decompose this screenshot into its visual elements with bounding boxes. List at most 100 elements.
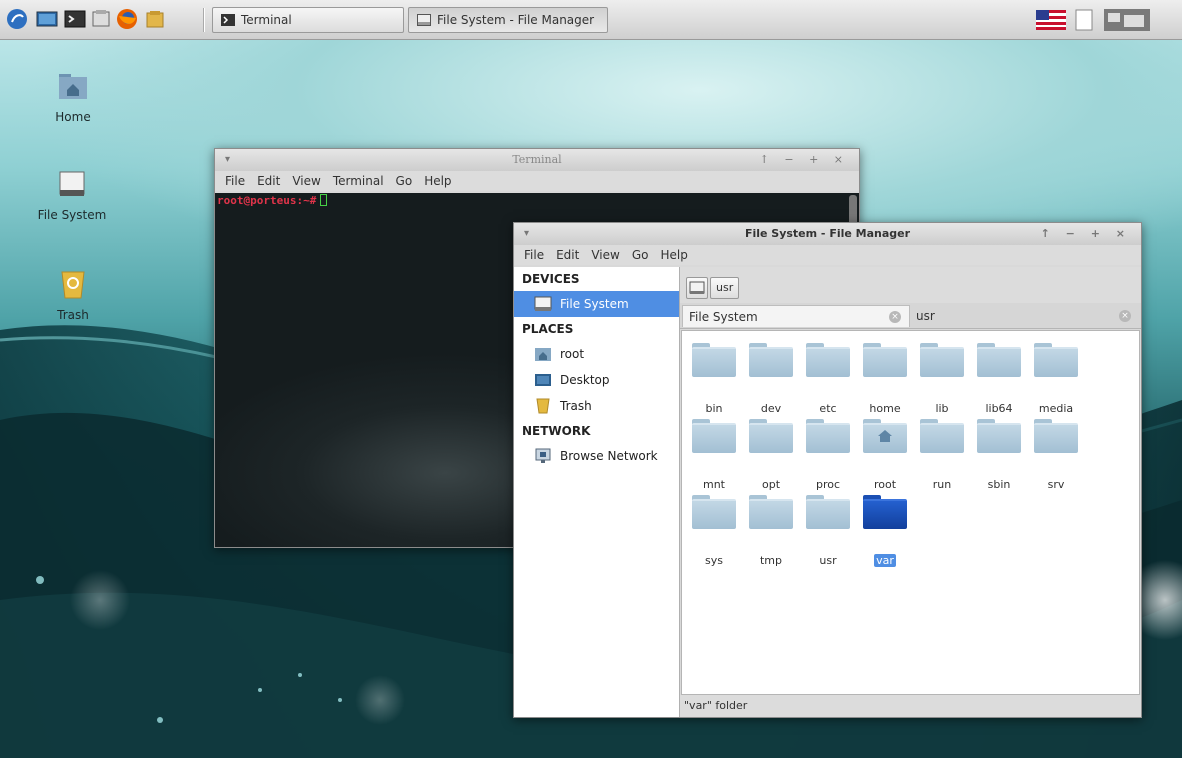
menu-edit[interactable]: Edit <box>550 248 585 262</box>
menu-help[interactable]: Help <box>654 248 693 262</box>
file-manager-titlebar[interactable]: ▾ File System - File Manager ↑ − + × <box>514 223 1141 245</box>
folder-tmp[interactable]: tmp <box>743 495 799 567</box>
file-manager-window: ▾ File System - File Manager ↑ − + × Fil… <box>513 222 1142 718</box>
folder-label: srv <box>1047 478 1065 491</box>
desktop-icon-trash[interactable]: Trash <box>28 268 118 322</box>
firefox-icon[interactable] <box>116 8 138 30</box>
network-icon <box>535 448 551 463</box>
terminal-cursor <box>320 194 328 206</box>
sidebar-item-browse-network[interactable]: Browse Network <box>514 443 679 469</box>
clipboard-icon[interactable] <box>1074 8 1094 32</box>
folder-etc[interactable]: etc <box>800 343 856 415</box>
sidebar-header-network: NETWORK <box>522 424 591 438</box>
folder-label: bin <box>705 402 723 415</box>
task-file-manager-label: File System - File Manager <box>437 13 595 27</box>
workspace-switcher-icon[interactable] <box>1104 9 1150 31</box>
home-folder-icon <box>535 348 551 361</box>
menu-help[interactable]: Help <box>418 174 457 188</box>
window-menu-icon[interactable]: ▾ <box>225 149 230 171</box>
folder-icon <box>749 343 793 377</box>
desktop-icon-trash-label: Trash <box>57 308 89 322</box>
folder-icon <box>977 419 1021 453</box>
folder-icon <box>863 495 907 529</box>
menu-terminal[interactable]: Terminal <box>327 174 390 188</box>
folder-icon <box>806 495 850 529</box>
folder-label: mnt <box>703 478 725 491</box>
trash-icon <box>57 268 89 300</box>
file-manager-sidebar: DEVICES File System PLACES root Desktop … <box>514 267 680 717</box>
menu-go[interactable]: Go <box>390 174 419 188</box>
folder-usr[interactable]: usr <box>800 495 856 567</box>
sidebar-item-trash[interactable]: Trash <box>514 393 679 419</box>
window-controls[interactable]: ↑ − + × <box>760 149 849 171</box>
folder-icon <box>749 419 793 453</box>
menu-go[interactable]: Go <box>626 248 655 262</box>
menu-file[interactable]: File <box>518 248 550 262</box>
folder-sbin[interactable]: sbin <box>971 419 1027 491</box>
tab-label: usr <box>916 309 935 323</box>
folder-bin[interactable]: bin <box>686 343 742 415</box>
desktop-icon-home-label: Home <box>55 110 91 124</box>
menu-edit[interactable]: Edit <box>251 174 286 188</box>
desktop-icon-home[interactable]: Home <box>28 70 118 124</box>
folder-run[interactable]: run <box>914 419 970 491</box>
sidebar-item-root[interactable]: root <box>514 341 679 367</box>
menu-view[interactable]: View <box>585 248 625 262</box>
menu-view[interactable]: View <box>286 174 326 188</box>
close-icon[interactable]: × <box>1119 310 1131 322</box>
terminal-scrollbar[interactable] <box>849 195 857 225</box>
folder-icon <box>920 343 964 377</box>
path-button-usr[interactable]: usr <box>710 277 740 299</box>
folder-opt[interactable]: opt <box>743 419 799 491</box>
show-desktop-icon[interactable] <box>36 8 58 30</box>
folder-label: sys <box>705 554 723 567</box>
screenshot-icon[interactable] <box>90 8 112 30</box>
folder-srv[interactable]: srv <box>1028 419 1084 491</box>
sidebar-item-file-system[interactable]: File System <box>514 291 679 317</box>
file-manager-launcher-icon[interactable] <box>144 8 166 30</box>
sidebar-item-label: File System <box>560 297 629 311</box>
folder-var[interactable]: var <box>857 495 913 567</box>
folder-root[interactable]: root <box>857 419 913 491</box>
folder-lib[interactable]: lib <box>914 343 970 415</box>
folder-label: run <box>932 478 952 491</box>
folder-label: opt <box>761 478 781 491</box>
window-controls[interactable]: ↑ − + × <box>1041 223 1131 245</box>
folder-media[interactable]: media <box>1028 343 1084 415</box>
menu-file[interactable]: File <box>219 174 251 188</box>
terminal-prompt: root@porteus:~# <box>217 194 328 207</box>
folder-lib64[interactable]: lib64 <box>971 343 1027 415</box>
home-folder-icon <box>863 419 907 453</box>
folder-icon <box>920 419 964 453</box>
folder-mnt[interactable]: mnt <box>686 419 742 491</box>
drive-icon <box>689 281 705 294</box>
tab-usr[interactable]: usr × <box>910 305 1139 327</box>
folder-label: var <box>874 554 896 567</box>
task-terminal-button[interactable]: Terminal <box>212 7 404 33</box>
folder-icon <box>749 495 793 529</box>
folder-proc[interactable]: proc <box>800 419 856 491</box>
sidebar-item-label: Desktop <box>560 373 610 387</box>
folder-sys[interactable]: sys <box>686 495 742 567</box>
tab-file-system[interactable]: File System × <box>682 305 910 327</box>
us-flag-icon[interactable] <box>1036 10 1066 30</box>
path-button-root[interactable] <box>686 277 708 299</box>
folder-label: usr <box>819 554 837 567</box>
desktop-icon-file-system[interactable]: File System <box>22 168 122 222</box>
folder-icon <box>863 343 907 377</box>
folder-dev[interactable]: dev <box>743 343 799 415</box>
folder-label: root <box>873 478 897 491</box>
taskbar: Terminal File System - File Manager <box>0 0 1182 40</box>
sidebar-item-desktop[interactable]: Desktop <box>514 367 679 393</box>
folder-label: home <box>869 402 901 415</box>
file-view[interactable]: bin dev etc home lib lib64 media mnt opt proc root… <box>681 330 1140 695</box>
start-menu-icon[interactable] <box>6 8 28 30</box>
folder-home[interactable]: home <box>857 343 913 415</box>
folder-label: dev <box>760 402 782 415</box>
terminal-titlebar[interactable]: ▾ Terminal ↑ − + × <box>215 149 859 171</box>
terminal-launcher-icon[interactable] <box>64 8 86 30</box>
close-icon[interactable]: × <box>889 311 901 323</box>
window-menu-icon[interactable]: ▾ <box>524 223 529 245</box>
folder-icon <box>1034 419 1078 453</box>
task-file-manager-button[interactable]: File System - File Manager <box>408 7 608 33</box>
